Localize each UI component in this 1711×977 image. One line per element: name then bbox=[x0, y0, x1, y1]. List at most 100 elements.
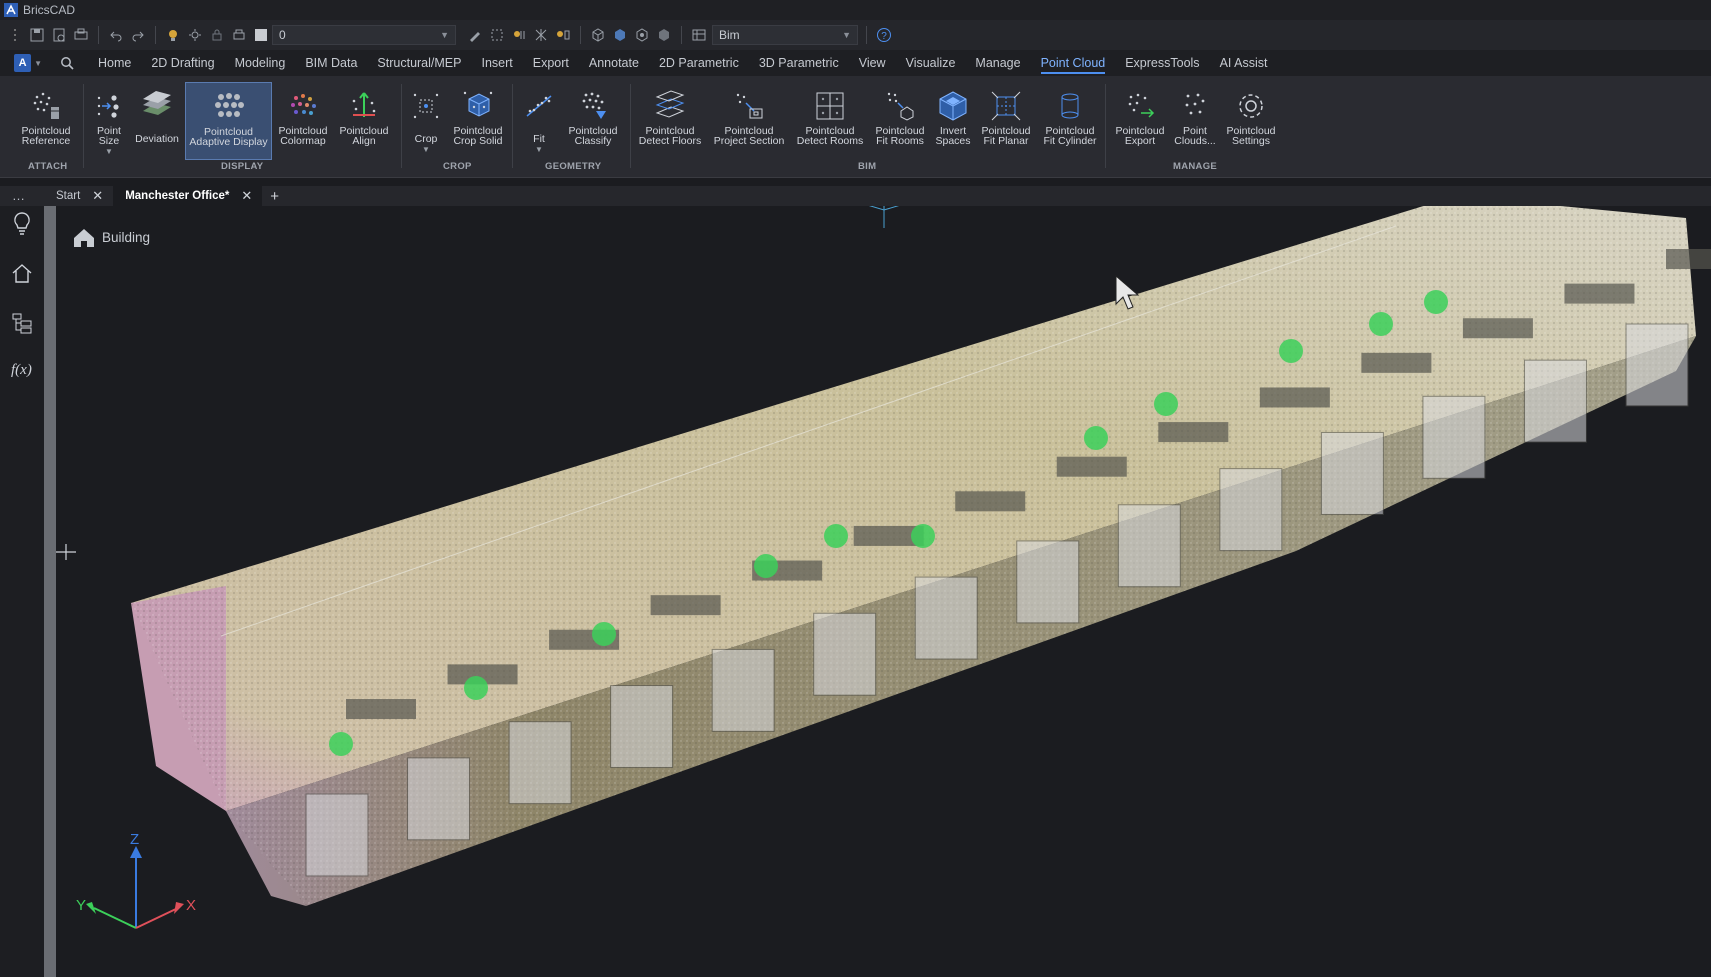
menu-tab-expresstools[interactable]: ExpressTools bbox=[1115, 50, 1209, 76]
document-tab-start[interactable]: Start ✕ bbox=[44, 186, 113, 206]
menu-tab-insert[interactable]: Insert bbox=[471, 50, 522, 76]
match-properties-icon[interactable] bbox=[466, 26, 484, 44]
roof-duct bbox=[1666, 249, 1711, 269]
app-menu-icon: A bbox=[14, 54, 32, 72]
pointcloud-fit-planar-button[interactable]: Pointcloud Fit Planar bbox=[976, 82, 1036, 160]
redo-icon[interactable] bbox=[129, 26, 147, 44]
group-label-attach: ATTACH bbox=[28, 161, 68, 172]
layer-print-icon[interactable] bbox=[230, 26, 248, 44]
pointcloud-detect-rooms-button[interactable]: Pointcloud Detect Rooms bbox=[792, 82, 868, 160]
viewport-scrollbar[interactable] bbox=[44, 206, 56, 977]
menu-tab-modeling[interactable]: Modeling bbox=[225, 50, 296, 76]
menu-tab-ai-assist[interactable]: AI Assist bbox=[1210, 50, 1278, 76]
axis-x-label: X bbox=[186, 897, 196, 914]
roof-duct bbox=[955, 491, 1026, 512]
menu-tab-annotate[interactable]: Annotate bbox=[579, 50, 649, 76]
layer-sun-icon[interactable] bbox=[186, 26, 204, 44]
menu-tab-2d-drafting[interactable]: 2D Drafting bbox=[141, 50, 224, 76]
layer-walk-icon[interactable] bbox=[554, 26, 572, 44]
invert-spaces-button[interactable]: Invert Spaces bbox=[932, 82, 974, 160]
menu-tab-2d-parametric[interactable]: 2D Parametric bbox=[649, 50, 749, 76]
svg-text:f(x): f(x) bbox=[11, 362, 32, 378]
close-icon[interactable]: ✕ bbox=[92, 188, 103, 204]
structure-tree-icon[interactable] bbox=[9, 310, 35, 336]
breadcrumb[interactable]: Building bbox=[72, 226, 150, 248]
room-window bbox=[508, 721, 572, 805]
model-viewport[interactable]: Building Z Y X bbox=[56, 206, 1711, 977]
pointcloud-settings-button[interactable]: Pointcloud Settings bbox=[1220, 82, 1282, 160]
room-window bbox=[407, 757, 471, 841]
detect-rooms-label: Pointcloud Detect Rooms bbox=[796, 125, 864, 147]
green-marker bbox=[754, 554, 778, 578]
more-options-icon[interactable]: … bbox=[0, 189, 44, 202]
menu-tab-manage[interactable]: Manage bbox=[965, 50, 1030, 76]
home-icon[interactable] bbox=[9, 260, 35, 286]
roof-duct bbox=[650, 595, 721, 616]
invert-spaces-icon bbox=[935, 88, 971, 124]
pointcloud-project-section-button[interactable]: Pointcloud Project Section bbox=[708, 82, 790, 160]
export-icon bbox=[1122, 88, 1158, 124]
room-window bbox=[305, 793, 369, 877]
point-clouds-button[interactable]: Point Clouds... bbox=[1172, 82, 1218, 160]
menu-tab-visualize[interactable]: Visualize bbox=[896, 50, 966, 76]
pointcloud-reference-button[interactable]: Pointcloud Reference bbox=[14, 82, 78, 160]
pointcloud-fit-cylinder-button[interactable]: Pointcloud Fit Cylinder bbox=[1038, 82, 1102, 160]
menu-tab-structural-mep[interactable]: Structural/MEP bbox=[367, 50, 471, 76]
help-icon[interactable]: ? bbox=[875, 26, 893, 44]
pointcloud-colormap-button[interactable]: Pointcloud Colormap bbox=[275, 82, 331, 160]
mouse-cursor-icon bbox=[1115, 274, 1140, 310]
hidden-view-icon[interactable] bbox=[633, 26, 651, 44]
pointcloud-align-button[interactable]: Pointcloud Align bbox=[333, 82, 395, 160]
crop-solid-label: Pointcloud Crop Solid bbox=[453, 125, 503, 147]
fit-button[interactable]: Fit ▼ bbox=[518, 82, 560, 160]
shaded-view-icon[interactable] bbox=[611, 26, 629, 44]
formula-icon[interactable]: f(x) bbox=[9, 356, 35, 382]
pointcloud-adaptive-display-button[interactable]: Pointcloud Adaptive Display bbox=[185, 82, 272, 160]
undo-icon[interactable] bbox=[107, 26, 125, 44]
layer-freeze-icon[interactable] bbox=[532, 26, 550, 44]
save-icon[interactable] bbox=[28, 26, 46, 44]
new-tab-icon[interactable]: + bbox=[262, 188, 279, 205]
close-icon[interactable]: ✕ bbox=[241, 188, 252, 204]
layer-dropdown[interactable]: 0 ▼ bbox=[272, 25, 456, 45]
realistic-view-icon[interactable] bbox=[655, 26, 673, 44]
point-cloud-scene bbox=[56, 206, 1711, 906]
layer-off-icon[interactable] bbox=[510, 26, 528, 44]
deviation-icon bbox=[139, 88, 175, 124]
point-size-button[interactable]: Point Size ▼ bbox=[88, 82, 130, 160]
search-button[interactable] bbox=[56, 52, 78, 74]
room-window bbox=[1422, 395, 1486, 479]
fit-cylinder-label: Pointcloud Fit Cylinder bbox=[1043, 125, 1097, 147]
pointcloud-fit-rooms-button[interactable]: Pointcloud Fit Rooms bbox=[870, 82, 930, 160]
application-menu-button[interactable]: A ▼ bbox=[14, 53, 42, 73]
document-tab-manchester-office[interactable]: Manchester Office* ✕ bbox=[113, 186, 263, 206]
workspace-icon[interactable] bbox=[690, 26, 708, 44]
roof-duct bbox=[1361, 352, 1432, 373]
layer-isolate-icon[interactable] bbox=[488, 26, 506, 44]
crop-solid-icon bbox=[460, 88, 496, 124]
pointcloud-export-button[interactable]: Pointcloud Export bbox=[1110, 82, 1170, 160]
save-as-icon[interactable] bbox=[50, 26, 68, 44]
menu-tab-list: Home 2D Drafting Modeling BIM Data Structura… bbox=[88, 50, 1278, 76]
layer-color-swatch-icon[interactable] bbox=[252, 26, 270, 44]
menu-tab-point-cloud[interactable]: Point Cloud bbox=[1031, 50, 1116, 76]
layer-bulb-icon[interactable] bbox=[164, 26, 182, 44]
workspace-dropdown[interactable]: Bim ▼ bbox=[712, 25, 858, 45]
menu-tab-3d-parametric[interactable]: 3D Parametric bbox=[749, 50, 849, 76]
menu-tab-view[interactable]: View bbox=[849, 50, 896, 76]
fit-planar-icon bbox=[988, 88, 1024, 124]
pointcloud-detect-floors-button[interactable]: Pointcloud Detect Floors bbox=[634, 82, 706, 160]
pointcloud-classify-button[interactable]: Pointcloud Classify bbox=[562, 82, 624, 160]
layer-lock-icon[interactable] bbox=[208, 26, 226, 44]
wireframe-view-icon[interactable] bbox=[589, 26, 607, 44]
align-icon bbox=[346, 88, 382, 124]
separator bbox=[866, 26, 867, 44]
menu-tab-export[interactable]: Export bbox=[523, 50, 579, 76]
deviation-button[interactable]: Deviation bbox=[132, 82, 182, 160]
menu-tab-bim-data[interactable]: BIM Data bbox=[295, 50, 367, 76]
pointcloud-crop-solid-button[interactable]: Pointcloud Crop Solid bbox=[449, 82, 507, 160]
lightbulb-icon[interactable] bbox=[9, 210, 35, 236]
crop-button[interactable]: Crop ▼ bbox=[405, 82, 447, 160]
menu-tab-home[interactable]: Home bbox=[88, 50, 141, 76]
print-preview-icon[interactable] bbox=[72, 26, 90, 44]
